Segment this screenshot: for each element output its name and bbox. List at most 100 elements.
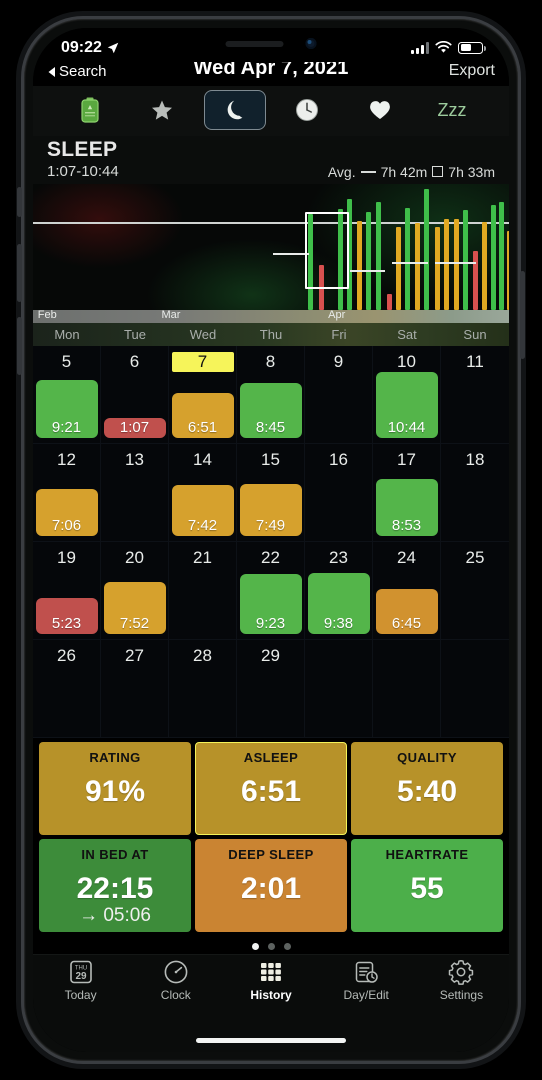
chart-bar (366, 211, 372, 310)
month-label: Mar (161, 309, 181, 321)
calendar-day-number: 26 (57, 646, 76, 665)
chart-bar (375, 201, 381, 310)
weekday-label-sun: Sun (463, 327, 487, 342)
calendar-day-cell[interactable]: 8 8:45 (237, 346, 305, 444)
chart-bar (481, 221, 487, 310)
tab-clock[interactable] (276, 90, 338, 130)
section-title: SLEEP (47, 138, 118, 161)
navigation-bar: Search Wed Apr 7, 2021 Export (33, 57, 509, 86)
page-indicator[interactable] (33, 936, 509, 954)
chart-average-segment (349, 269, 386, 272)
calendar-day-cell[interactable]: 27 (101, 640, 169, 738)
tab-zzz[interactable]: Zzz (421, 90, 483, 130)
calendar-day-number: 28 (193, 646, 212, 665)
tab-heart[interactable] (349, 90, 411, 130)
calendar-day-cell[interactable]: 6 1:07 (101, 346, 169, 444)
cellular-signal-icon (411, 41, 429, 54)
calendar-week-row: 19 5:23 20 7:52 21 22 9:23 23 9:38 24 6:45 25 (33, 542, 509, 640)
calendar-day-cell[interactable]: 16 (305, 444, 373, 542)
calendar-day-cell[interactable]: 26 (33, 640, 101, 738)
calendar-day-cell[interactable]: 17 8:53 (373, 444, 441, 542)
chart-bar (434, 226, 440, 310)
calendar-day-number: 10 (397, 352, 416, 371)
chart-bar (507, 230, 509, 310)
stat-card-deep-sleep[interactable]: DEEP SLEEP 2:01 (195, 839, 347, 932)
calendar-day-cell[interactable]: 28 (169, 640, 237, 738)
calendar-day-cell[interactable]: 12 7:06 (33, 444, 101, 542)
tab-favorites[interactable] (131, 90, 193, 130)
calendar-day-cell[interactable]: 7 6:51 (169, 346, 237, 444)
back-label: Search (59, 63, 107, 80)
bottom-tab-bar: THU 29 Today Clock History Day/Edit Sett… (33, 954, 509, 1032)
calendar-week-row: 5 9:21 6 1:07 7 6:51 8 8:45 9 10 10:44 11 (33, 346, 509, 444)
history-chart[interactable] (33, 184, 509, 310)
tab-battery[interactable] (59, 90, 121, 130)
chart-bar (444, 219, 450, 310)
stat-label: HEARTRATE (385, 847, 469, 862)
battery-green-icon (81, 97, 99, 123)
tab-today[interactable]: THU 29 Today (33, 959, 128, 1030)
stat-card-asleep[interactable]: ASLEEP 6:51 (195, 742, 347, 835)
calendar-day-cell[interactable]: 22 9:23 (237, 542, 305, 640)
calendar-day-cell[interactable]: 23 9:38 (305, 542, 373, 640)
weekday-header: Mon Tue Wed Thu Fri Sat Sun (33, 323, 509, 346)
calendar-day-cell[interactable]: 13 (101, 444, 169, 542)
tab-sleep[interactable] (203, 90, 266, 130)
calendar-day-cell[interactable]: 20 7:52 (101, 542, 169, 640)
calendar-day-cell[interactable] (305, 640, 373, 738)
calendar-day-number: 11 (466, 352, 484, 371)
page-dot[interactable] (283, 943, 291, 950)
stat-card-in-bed-at[interactable]: IN BED AT 22:15 → 05:06 (39, 839, 191, 932)
month-dot (499, 303, 504, 308)
volume-down-button[interactable] (17, 317, 22, 375)
month-scrubber[interactable]: Feb Mar Apr (33, 303, 509, 323)
calendar-day-cell[interactable]: 10 10:44 (373, 346, 441, 444)
stat-card-heartrate[interactable]: HEARTRATE 55 (351, 839, 503, 932)
calendar-day-bar: 7:49 (239, 484, 302, 536)
calendar-day-cell[interactable] (441, 640, 509, 738)
power-button[interactable] (520, 271, 525, 359)
tab-day-edit[interactable]: Day/Edit (319, 959, 414, 1030)
calendar-day-cell[interactable]: 9 (305, 346, 373, 444)
calendar-day-cell[interactable]: 21 (169, 542, 237, 640)
calendar-day-value: 7:42 (187, 517, 218, 534)
export-button[interactable]: Export (449, 62, 495, 80)
calendar-day-cell[interactable] (373, 640, 441, 738)
chart-bar (356, 220, 362, 310)
tab-clock-bottom[interactable]: Clock (128, 959, 223, 1030)
chart-bar (473, 250, 479, 310)
chart-bar (490, 205, 496, 310)
page-dot[interactable] (267, 943, 275, 950)
calendar-day-cell[interactable]: 19 5:23 (33, 542, 101, 640)
stat-card-rating[interactable]: RATING 91% (39, 742, 191, 835)
tab-settings[interactable]: Settings (414, 959, 509, 1030)
calendar-grid[interactable]: 5 9:21 6 1:07 7 6:51 8 8:45 9 10 10:44 11 12 7:06 13 14… (33, 346, 509, 738)
avg-line-swatch (360, 170, 376, 173)
calendar-day-value: 10:44 (387, 419, 426, 436)
home-indicator[interactable] (33, 1032, 509, 1052)
calendar-day-cell[interactable]: 29 (237, 640, 305, 738)
weekday-label-thu: Thu (259, 327, 283, 342)
calendar-day-bar: 7:06 (35, 489, 98, 536)
page-dot[interactable] (251, 943, 259, 950)
calendar-day-cell[interactable]: 14 7:42 (169, 444, 237, 542)
calendar-day-cell[interactable]: 11 (441, 346, 509, 444)
chart-selection-box[interactable] (305, 211, 350, 289)
back-to-search-button[interactable]: Search (47, 63, 107, 80)
gear-icon (449, 960, 474, 985)
stat-value: 6:51 (240, 775, 302, 808)
wifi-icon (435, 41, 452, 53)
stat-card-quality[interactable]: QUALITY 5:40 (351, 742, 503, 835)
avg-box-swatch (432, 166, 444, 177)
mute-switch[interactable] (17, 187, 22, 217)
calendar-day-cell[interactable]: 15 7:49 (237, 444, 305, 542)
calendar-day-cell[interactable]: 5 9:21 (33, 346, 101, 444)
month-dot (473, 303, 478, 308)
avg-label: Avg. (327, 163, 356, 180)
tab-history[interactable]: History (223, 959, 318, 1030)
calendar-day-cell[interactable]: 25 (441, 542, 509, 640)
volume-up-button[interactable] (17, 244, 22, 302)
calendar-day-bar: 8:45 (239, 383, 302, 438)
calendar-day-cell[interactable]: 24 6:45 (373, 542, 441, 640)
calendar-day-cell[interactable]: 18 (441, 444, 509, 542)
